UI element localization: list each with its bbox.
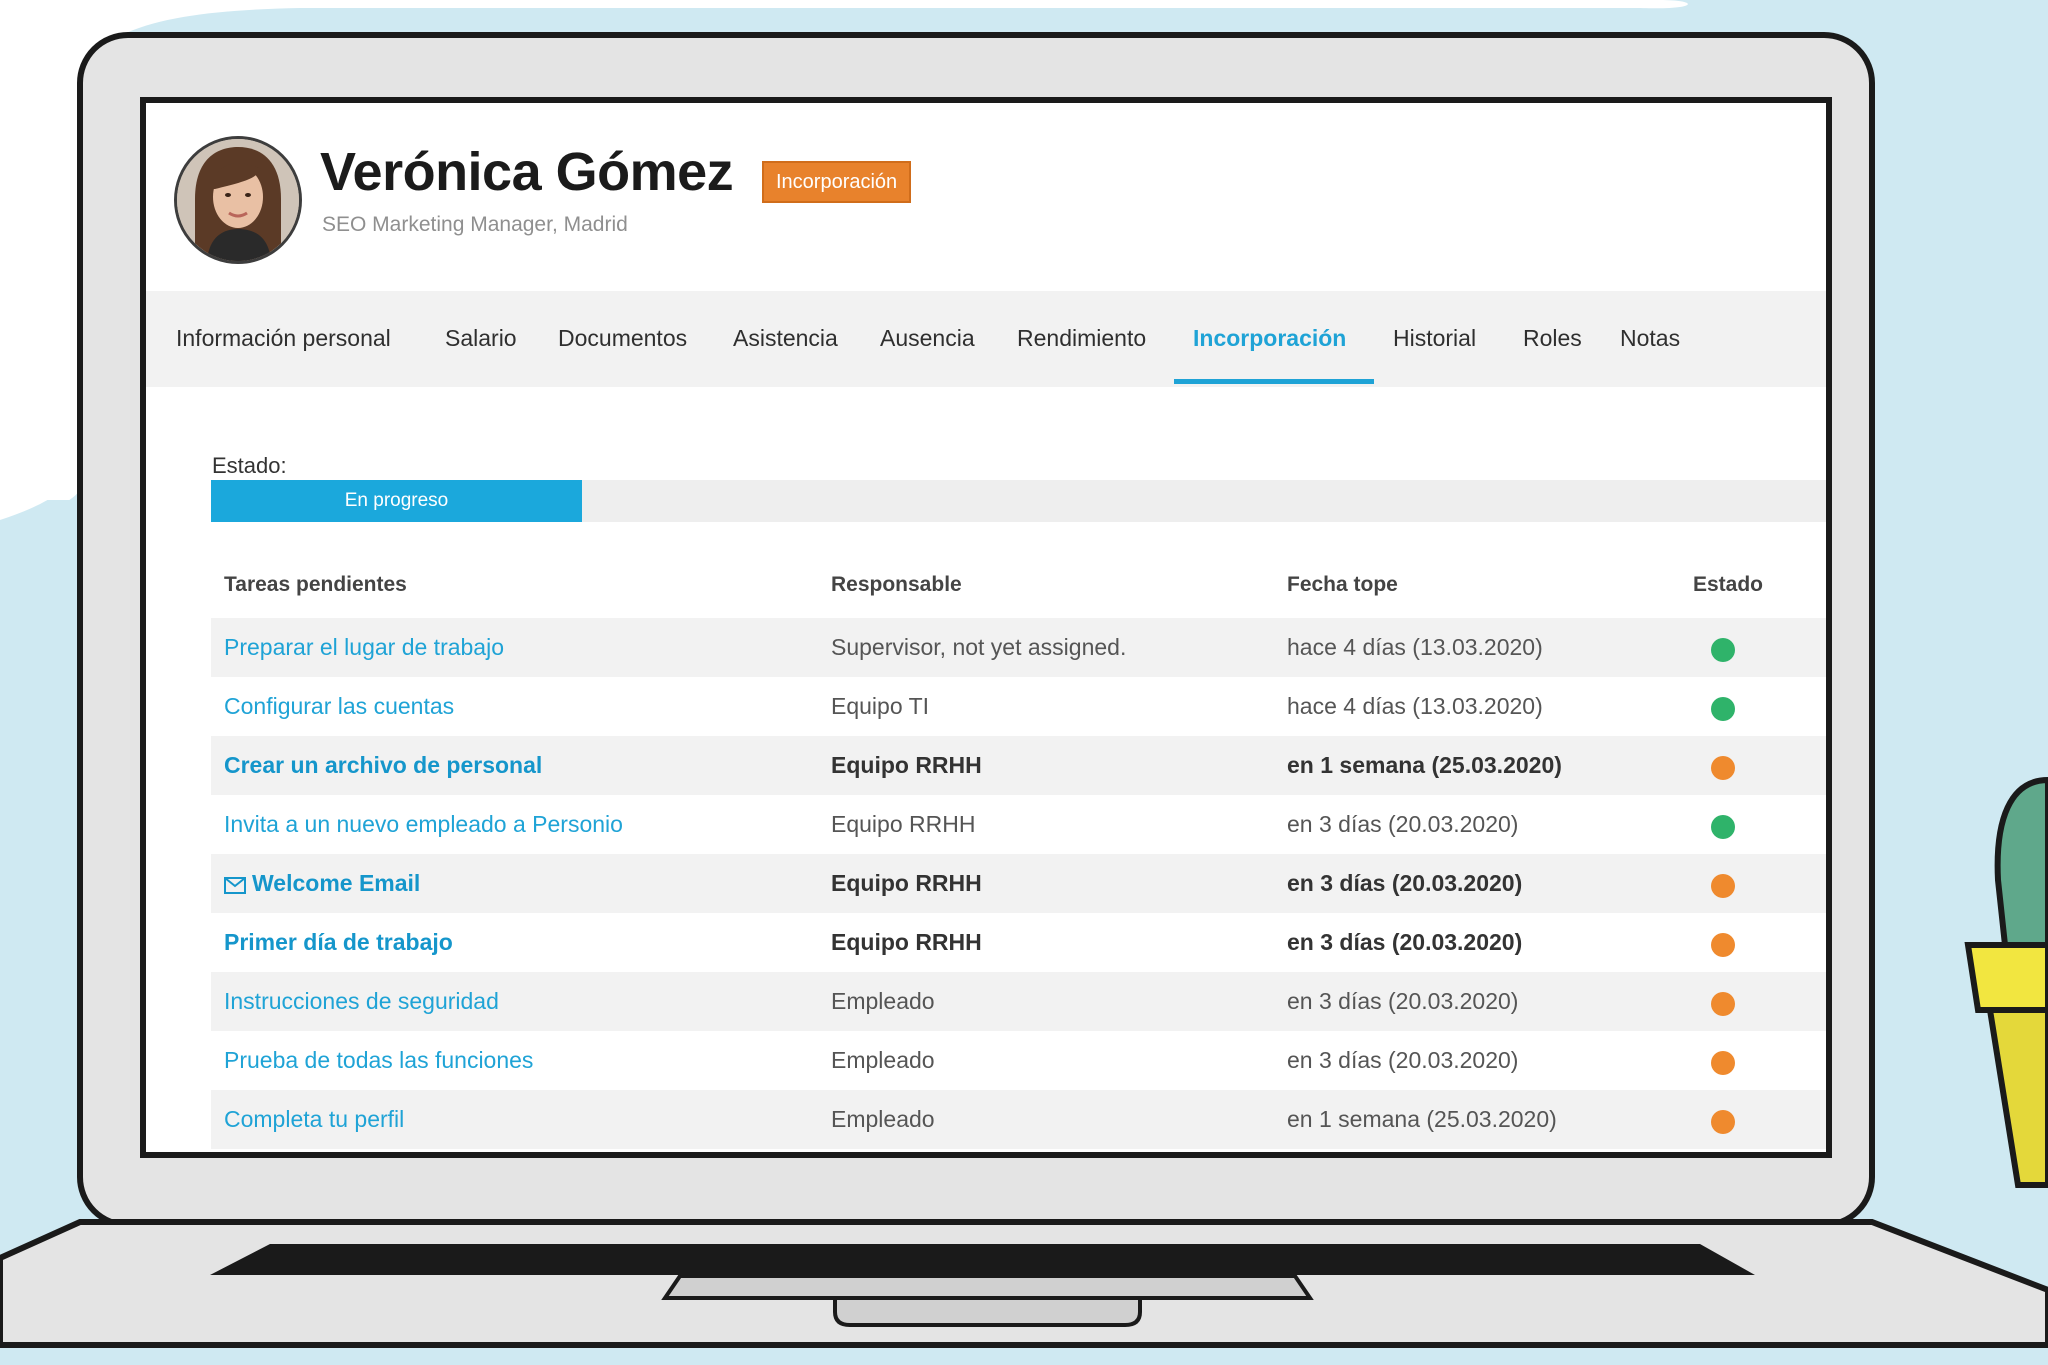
owner-cell: Equipo RRHH [831, 870, 982, 896]
due-date-cell: en 3 días (20.03.2020) [1287, 929, 1523, 955]
task-label: Invita a un nuevo empleado a Personio [224, 811, 623, 837]
status-dot-green [1711, 815, 1735, 839]
active-tab-indicator [1174, 379, 1374, 384]
task-label: Instrucciones de seguridad [224, 988, 499, 1014]
task-link[interactable]: Crear un archivo de personal [224, 752, 542, 779]
tab-roles[interactable]: Roles [1523, 325, 1582, 352]
owner-cell: Supervisor, not yet assigned. [831, 634, 1127, 660]
status-label: Estado: [212, 453, 287, 478]
status-progress-fill: En progreso [211, 480, 582, 522]
task-label: Configurar las cuentas [224, 693, 455, 719]
trackpad-notch [833, 1296, 1142, 1327]
profile-photo [177, 139, 299, 261]
column-header-owner: Responsable [831, 573, 962, 596]
due-date-cell: en 3 días (20.03.2020) [1287, 1047, 1519, 1073]
task-label: Prueba de todas las funciones [224, 1047, 534, 1073]
app-screen: Verónica Gómez Incorporación SEO Marketi… [146, 103, 1826, 1152]
employee-name: Verónica Gómez [320, 142, 734, 202]
owner-cell: Empleado [831, 1106, 935, 1132]
table-row: Configurar las cuentas Equipo TI hace 4 dí… [211, 677, 1826, 736]
status-dot-orange [1711, 1110, 1735, 1134]
table-header: Tareas pendientes Responsable Fecha tope… [211, 563, 1826, 607]
table-row: Primer día de trabajo Equipo RRHH en 3 día… [211, 913, 1826, 972]
task-label: Completa tu perfil [224, 1106, 405, 1132]
column-header-state: Estado [1693, 573, 1764, 596]
task-label: Primer día de trabajo [224, 929, 453, 955]
tab-documentos[interactable]: Documentos [558, 325, 687, 352]
tab-bar: Información personal Salario Documentos … [146, 291, 1826, 387]
task-link[interactable]: Instrucciones de seguridad [224, 988, 499, 1015]
status-dot-orange [1711, 1051, 1735, 1075]
tab-ausencia[interactable]: Ausencia [880, 325, 975, 352]
status-dot-green [1711, 638, 1735, 662]
owner-cell: Equipo TI [831, 693, 930, 719]
table-row: Prueba de todas las funciones Empleado en … [211, 1031, 1826, 1090]
table-row: Invita a un nuevo empleado a Personio Equ… [211, 795, 1826, 854]
task-link[interactable]: Preparar el lugar de trabajo [224, 634, 504, 661]
status-dot-orange [1711, 756, 1735, 780]
task-table: Preparar el lugar de trabajo Supervisor, … [211, 618, 1826, 1149]
due-date-cell: en 1 semana (25.03.2020) [1287, 1106, 1557, 1132]
table-row: Completa tu perfil Empleado en 1 semana (2… [211, 1090, 1826, 1149]
column-header-due: Fecha tope [1287, 573, 1398, 596]
tab-historial[interactable]: Historial [1393, 325, 1476, 352]
status-dot-orange [1711, 933, 1735, 957]
due-date-cell: hace 4 días (13.03.2020) [1287, 634, 1543, 660]
tab-incorporacion[interactable]: Incorporación [1193, 325, 1346, 352]
status-dot-orange [1711, 992, 1735, 1016]
tab-notas[interactable]: Notas [1620, 325, 1680, 352]
job-title: SEO Marketing Manager, Madrid [322, 213, 628, 236]
status-badge: Incorporación [762, 161, 912, 203]
task-link[interactable]: Completa tu perfil [224, 1106, 404, 1133]
task-link[interactable]: Welcome Email [224, 870, 420, 900]
task-link[interactable]: Primer día de trabajo [224, 929, 453, 956]
due-date-cell: en 3 días (20.03.2020) [1287, 988, 1519, 1014]
tab-informacion-personal[interactable]: Información personal [176, 325, 391, 352]
tab-rendimiento[interactable]: Rendimiento [1017, 325, 1146, 352]
task-label: Welcome Email [252, 870, 421, 896]
status-dot-orange [1711, 874, 1735, 898]
plant-pot [1964, 942, 2048, 1013]
avatar [174, 136, 302, 264]
table-row: Crear un archivo de personal Equipo RRHH e… [211, 736, 1826, 795]
task-link[interactable]: Prueba de todas las funciones [224, 1047, 533, 1074]
due-date-cell: en 3 días (20.03.2020) [1287, 870, 1523, 896]
due-date-cell: en 3 días (20.03.2020) [1287, 811, 1519, 837]
tab-asistencia[interactable]: Asistencia [733, 325, 838, 352]
due-date-cell: en 1 semana (25.03.2020) [1287, 752, 1562, 778]
task-label: Crear un archivo de personal [224, 752, 543, 778]
column-header-task: Tareas pendientes [224, 573, 407, 596]
owner-cell: Equipo RRHH [831, 811, 976, 837]
status-dot-green [1711, 697, 1735, 721]
table-row: Instrucciones de seguridad Empleado en 3 d… [211, 972, 1826, 1031]
task-link[interactable]: Configurar las cuentas [224, 693, 454, 720]
task-label: Preparar el lugar de trabajo [224, 634, 504, 660]
status-progress-bar: En progreso [211, 480, 1826, 522]
due-date-cell: hace 4 días (13.03.2020) [1287, 693, 1543, 719]
table-row: Welcome Email Equipo RRHH en 3 días (20.03… [211, 854, 1826, 913]
keyboard-strip [210, 1244, 1755, 1275]
owner-cell: Empleado [831, 988, 935, 1014]
table-row: Preparar el lugar de trabajo Supervisor, … [211, 618, 1826, 677]
owner-cell: Empleado [831, 1047, 935, 1073]
task-link[interactable]: Invita a un nuevo empleado a Personio [224, 811, 623, 838]
envelope-icon [224, 873, 246, 900]
tab-salario[interactable]: Salario [445, 325, 517, 352]
owner-cell: Equipo RRHH [831, 752, 982, 778]
owner-cell: Equipo RRHH [831, 929, 982, 955]
